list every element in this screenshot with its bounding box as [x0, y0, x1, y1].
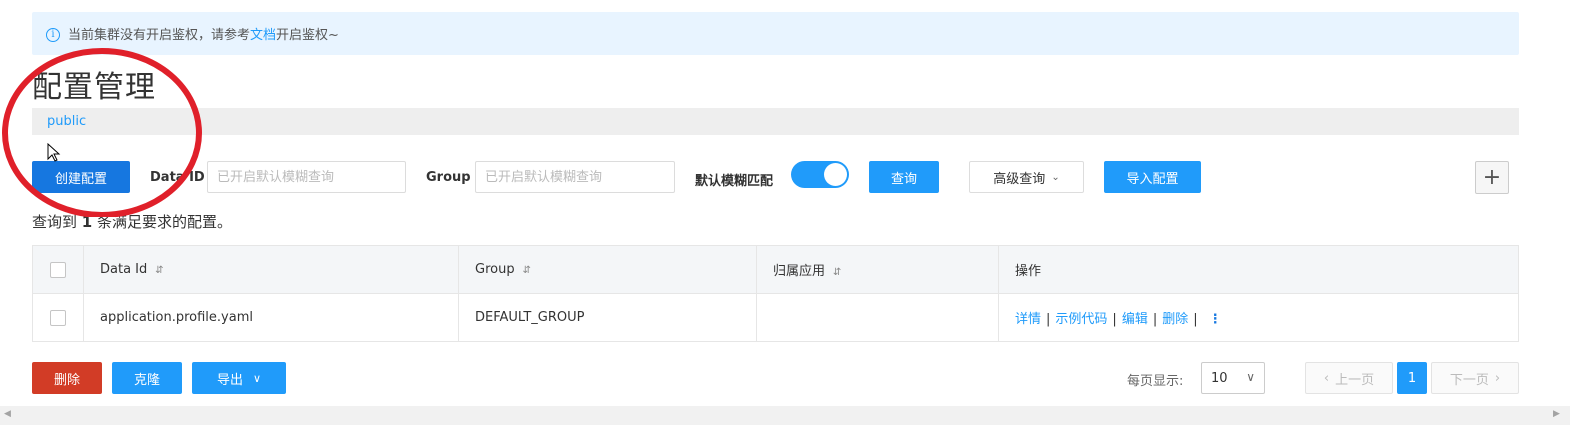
- namespace-bar: public: [32, 108, 1519, 135]
- edit-link[interactable]: 编辑: [1122, 312, 1148, 327]
- create-config-button[interactable]: 创建配置: [32, 161, 130, 193]
- header-app[interactable]: 归属应用 ⇵: [756, 245, 999, 294]
- header-actions: 操作: [998, 245, 1519, 294]
- delete-link[interactable]: 删除: [1162, 312, 1188, 327]
- sort-icon[interactable]: ⇵: [523, 265, 531, 276]
- notice-text-before: 当前集群没有开启鉴权，请参考: [68, 28, 251, 43]
- table-header-row: Data Id ⇵ Group ⇵ 归属应用 ⇵ 操作: [32, 245, 1519, 294]
- page-size-select[interactable]: 10 ∨: [1201, 362, 1265, 394]
- header-group-label: Group: [475, 262, 515, 277]
- op-separator: |: [1152, 312, 1158, 327]
- page-size-label: 每页显示:: [1127, 374, 1184, 389]
- result-count: 1: [81, 213, 93, 231]
- advanced-query-label: 高级查询: [993, 171, 1046, 187]
- export-dropdown[interactable]: 导出 ∨: [192, 362, 286, 394]
- sort-icon[interactable]: ⇵: [155, 265, 163, 276]
- prev-page-button[interactable]: ‹ 上一页: [1305, 362, 1393, 394]
- result-summary: 查询到 1 条满足要求的配置。: [32, 211, 232, 232]
- config-table: Data Id ⇵ Group ⇵ 归属应用 ⇵ 操作 application.pro…: [32, 245, 1519, 342]
- select-all-cell: [32, 245, 84, 294]
- toggle-knob: [824, 163, 847, 186]
- cursor-icon: [47, 143, 61, 162]
- chevron-down-icon: ⌄: [1051, 171, 1060, 183]
- plus-icon[interactable]: +: [1475, 161, 1509, 194]
- page-size-value: 10: [1211, 370, 1228, 386]
- more-vertical-icon[interactable]: ⋮: [1209, 312, 1222, 327]
- prev-page-label: 上一页: [1335, 372, 1375, 388]
- chevron-right-icon: ›: [1494, 370, 1501, 386]
- clone-button[interactable]: 克隆: [112, 362, 182, 394]
- result-prefix: 查询到: [32, 213, 78, 231]
- data-id-input[interactable]: [207, 161, 406, 193]
- query-button[interactable]: 查询: [869, 161, 939, 193]
- op-separator: |: [1193, 312, 1198, 327]
- chevron-down-icon: ∨: [1246, 370, 1255, 384]
- detail-link[interactable]: 详情: [1015, 312, 1041, 327]
- next-page-button[interactable]: 下一页 ›: [1431, 362, 1519, 394]
- scroll-left-icon[interactable]: ◀: [4, 409, 11, 419]
- docs-link[interactable]: 文档: [250, 28, 276, 43]
- search-toolbar: 创建配置 Data ID Group 默认模糊匹配 查询 高级查询 ⌄ 导入配置…: [32, 161, 1512, 194]
- scroll-right-icon[interactable]: ▶: [1553, 409, 1560, 419]
- chevron-left-icon: ‹: [1323, 370, 1330, 386]
- data-id-label: Data ID: [150, 170, 205, 185]
- table-row: application.profile.yaml DEFAULT_GROUP 详…: [32, 293, 1519, 342]
- fuzzy-match-label: 默认模糊匹配: [695, 174, 774, 189]
- export-label: 导出: [216, 372, 243, 388]
- group-label: Group: [426, 170, 471, 185]
- row-checkbox[interactable]: [50, 309, 66, 326]
- notice-text: 当前集群没有开启鉴权，请参考文档开启鉴权~: [68, 24, 339, 43]
- bottom-bar: 删除 克隆 导出 ∨ 每页显示: 10 ∨ ‹ 上一页 1 下一页 ›: [32, 362, 1519, 394]
- cell-app: [756, 293, 999, 342]
- horizontal-scrollbar[interactable]: ◀ ▶: [0, 406, 1570, 425]
- info-icon: i: [46, 28, 60, 42]
- auth-notice: i 当前集群没有开启鉴权，请参考文档开启鉴权~: [32, 12, 1519, 55]
- chevron-down-icon: ∨: [252, 371, 262, 385]
- sort-icon[interactable]: ⇵: [833, 267, 841, 278]
- header-group[interactable]: Group ⇵: [458, 245, 757, 294]
- page-title: 配置管理: [32, 70, 156, 105]
- notice-text-after: 开启鉴权~: [276, 28, 339, 43]
- header-data-id-label: Data Id: [100, 262, 148, 277]
- advanced-query-dropdown[interactable]: 高级查询 ⌄: [969, 161, 1084, 193]
- import-config-button[interactable]: 导入配置: [1104, 161, 1201, 193]
- namespace-public[interactable]: public: [47, 114, 86, 129]
- op-separator: |: [1046, 312, 1051, 327]
- group-input[interactable]: [475, 161, 675, 193]
- header-data-id[interactable]: Data Id ⇵: [83, 245, 459, 294]
- next-page-label: 下一页: [1449, 372, 1489, 388]
- scrollbar-thumb[interactable]: [17, 409, 1542, 420]
- cell-data-id: application.profile.yaml: [83, 293, 459, 342]
- select-all-checkbox[interactable]: [50, 261, 66, 278]
- result-suffix: 条满足要求的配置。: [97, 213, 233, 231]
- fuzzy-match-toggle[interactable]: [791, 161, 849, 188]
- header-app-label: 归属应用: [773, 264, 826, 279]
- sample-code-link[interactable]: 示例代码: [1055, 312, 1107, 327]
- page-1-button[interactable]: 1: [1397, 362, 1427, 394]
- batch-delete-button[interactable]: 删除: [32, 362, 102, 394]
- cell-actions: 详情 | 示例代码 | 编辑 | 删除 | ⋮: [998, 293, 1519, 342]
- cell-group: DEFAULT_GROUP: [458, 293, 757, 342]
- op-separator: |: [1112, 312, 1117, 327]
- row-select-cell: [32, 293, 84, 342]
